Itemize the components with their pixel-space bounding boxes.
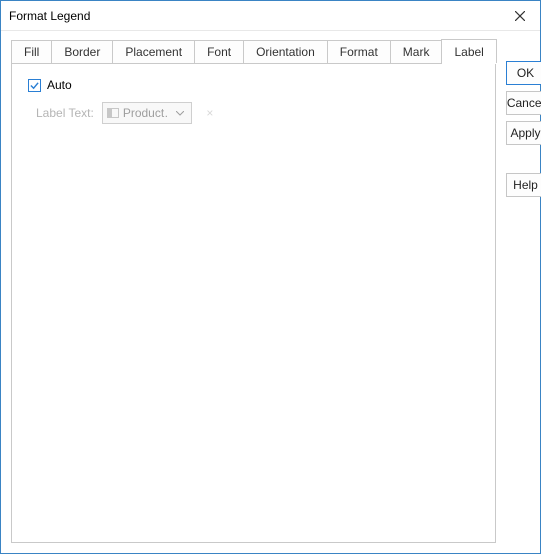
button-label: OK (517, 66, 534, 80)
tab-strip: Fill Border Placement Font Orientation F… (11, 39, 496, 63)
tab-label[interactable]: Label (441, 39, 496, 63)
button-label: Apply (511, 126, 541, 140)
apply-button[interactable]: Apply (506, 121, 541, 145)
label-text-combo[interactable]: Product… (102, 102, 192, 124)
tab-label: Fill (24, 45, 39, 59)
button-label: Help (513, 178, 538, 192)
auto-checkbox[interactable] (28, 79, 41, 92)
tab-label: Orientation (256, 45, 315, 59)
check-icon (30, 81, 39, 90)
clear-label-button: × (200, 102, 220, 124)
tab-label: Font (207, 45, 231, 59)
tab-orientation[interactable]: Orientation (243, 40, 328, 63)
combo-value: Product… (123, 106, 169, 120)
button-panel: OK Cancel Apply Help (506, 39, 541, 543)
ok-button[interactable]: OK (506, 61, 541, 85)
help-button[interactable]: Help (506, 173, 541, 197)
tab-label: Border (64, 45, 100, 59)
tab-mark[interactable]: Mark (390, 40, 443, 63)
tab-fill[interactable]: Fill (11, 40, 52, 63)
titlebar: Format Legend (1, 1, 540, 31)
dialog-window: Format Legend Fill Border Placement Font… (0, 0, 541, 554)
clear-icon: × (206, 106, 213, 120)
tab-label: Format (340, 45, 378, 59)
auto-row: Auto (28, 78, 479, 92)
auto-label: Auto (47, 78, 72, 92)
label-text-label: Label Text: (36, 106, 94, 120)
window-title: Format Legend (9, 9, 500, 23)
tab-placement[interactable]: Placement (112, 40, 195, 63)
tab-label: Placement (125, 45, 182, 59)
tab-panel-label: Auto Label Text: Product… × (11, 63, 496, 543)
chevron-down-icon (173, 111, 187, 116)
spacer (506, 151, 541, 167)
tab-format[interactable]: Format (327, 40, 391, 63)
tab-label: Mark (403, 45, 430, 59)
label-text-row: Label Text: Product… × (36, 102, 479, 124)
tab-border[interactable]: Border (51, 40, 113, 63)
column-icon (107, 108, 119, 118)
dialog-body: Fill Border Placement Font Orientation F… (1, 31, 540, 553)
close-icon (515, 11, 525, 21)
cancel-button[interactable]: Cancel (506, 91, 541, 115)
tab-font[interactable]: Font (194, 40, 244, 63)
tab-label: Label (454, 45, 483, 59)
main-area: Fill Border Placement Font Orientation F… (11, 39, 496, 543)
close-button[interactable] (500, 1, 540, 31)
button-label: Cancel (507, 96, 541, 110)
